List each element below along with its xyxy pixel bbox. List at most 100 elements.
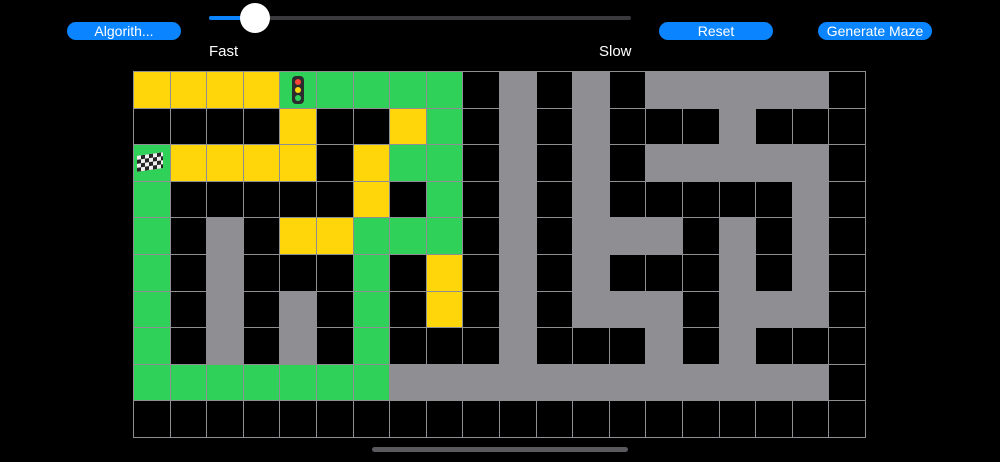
wall-cell[interactable] [791, 180, 829, 218]
visited-cell[interactable] [352, 253, 390, 291]
empty-cell[interactable] [352, 107, 390, 145]
empty-cell[interactable] [645, 107, 682, 145]
empty-cell[interactable] [718, 180, 756, 218]
empty-cell[interactable] [462, 217, 499, 254]
empty-cell[interactable] [425, 400, 463, 437]
path-cell[interactable] [133, 71, 170, 108]
wall-cell[interactable] [498, 180, 536, 218]
empty-cell[interactable] [389, 327, 426, 364]
wall-cell[interactable] [718, 144, 756, 181]
empty-cell[interactable] [681, 327, 719, 364]
empty-cell[interactable] [206, 400, 243, 437]
wall-cell[interactable] [498, 71, 536, 108]
empty-cell[interactable] [389, 253, 426, 291]
wall-cell[interactable] [425, 363, 463, 401]
empty-cell[interactable] [315, 107, 353, 145]
wall-cell[interactable] [755, 290, 792, 328]
empty-cell[interactable] [315, 290, 353, 328]
path-cell[interactable] [425, 253, 463, 291]
empty-cell[interactable] [462, 71, 499, 108]
wall-cell[interactable] [718, 107, 756, 145]
wall-cell[interactable] [755, 363, 792, 401]
empty-cell[interactable] [755, 400, 792, 437]
wall-cell[interactable] [572, 107, 609, 145]
wall-cell[interactable] [718, 290, 756, 328]
empty-cell[interactable] [755, 327, 792, 364]
wall-cell[interactable] [498, 217, 536, 254]
empty-cell[interactable] [645, 180, 682, 218]
empty-cell[interactable] [608, 253, 646, 291]
path-cell[interactable] [242, 144, 280, 181]
empty-cell[interactable] [755, 180, 792, 218]
empty-cell[interactable] [315, 180, 353, 218]
wall-cell[interactable] [718, 217, 756, 254]
empty-cell[interactable] [608, 180, 646, 218]
wall-cell[interactable] [572, 217, 609, 254]
empty-cell[interactable] [535, 217, 573, 254]
empty-cell[interactable] [462, 144, 499, 181]
empty-cell[interactable] [828, 71, 865, 108]
empty-cell[interactable] [828, 107, 865, 145]
wall-cell[interactable] [498, 107, 536, 145]
empty-cell[interactable] [462, 180, 499, 218]
empty-cell[interactable] [242, 400, 280, 437]
empty-cell[interactable] [169, 180, 207, 218]
empty-cell[interactable] [169, 107, 207, 145]
wall-cell[interactable] [498, 253, 536, 291]
wall-cell[interactable] [791, 290, 829, 328]
wall-cell[interactable] [572, 180, 609, 218]
empty-cell[interactable] [535, 71, 573, 108]
path-cell[interactable] [352, 180, 390, 218]
empty-cell[interactable] [828, 253, 865, 291]
wall-cell[interactable] [791, 217, 829, 254]
empty-cell[interactable] [242, 327, 280, 364]
wall-cell[interactable] [645, 144, 682, 181]
empty-cell[interactable] [755, 253, 792, 291]
empty-cell[interactable] [828, 363, 865, 401]
wall-cell[interactable] [791, 144, 829, 181]
empty-cell[interactable] [462, 253, 499, 291]
visited-cell[interactable] [352, 327, 390, 364]
empty-cell[interactable] [315, 144, 353, 181]
empty-cell[interactable] [169, 400, 207, 437]
wall-cell[interactable] [498, 327, 536, 364]
empty-cell[interactable] [681, 290, 719, 328]
wall-cell[interactable] [645, 327, 682, 364]
empty-cell[interactable] [279, 400, 316, 437]
path-cell[interactable] [425, 290, 463, 328]
wall-cell[interactable] [572, 144, 609, 181]
empty-cell[interactable] [462, 107, 499, 145]
empty-cell[interactable] [791, 327, 829, 364]
empty-cell[interactable] [279, 180, 316, 218]
wall-cell[interactable] [389, 363, 426, 401]
home-indicator[interactable] [372, 447, 628, 452]
visited-cell[interactable] [425, 144, 463, 181]
empty-cell[interactable] [242, 290, 280, 328]
empty-cell[interactable] [755, 217, 792, 254]
empty-cell[interactable] [681, 400, 719, 437]
wall-cell[interactable] [681, 144, 719, 181]
empty-cell[interactable] [242, 217, 280, 254]
empty-cell[interactable] [535, 180, 573, 218]
path-cell[interactable] [389, 107, 426, 145]
visited-cell[interactable] [352, 217, 390, 254]
empty-cell[interactable] [791, 400, 829, 437]
empty-cell[interactable] [608, 144, 646, 181]
empty-cell[interactable] [828, 180, 865, 218]
path-cell[interactable] [169, 71, 207, 108]
wall-cell[interactable] [498, 363, 536, 401]
empty-cell[interactable] [389, 290, 426, 328]
empty-cell[interactable] [572, 327, 609, 364]
wall-cell[interactable] [206, 253, 243, 291]
visited-cell[interactable] [315, 71, 353, 108]
visited-cell[interactable] [389, 217, 426, 254]
empty-cell[interactable] [206, 107, 243, 145]
empty-cell[interactable] [718, 400, 756, 437]
visited-cell[interactable] [279, 363, 316, 401]
speed-slider[interactable] [209, 16, 631, 20]
path-cell[interactable] [206, 144, 243, 181]
visited-cell[interactable] [389, 71, 426, 108]
visited-cell[interactable] [425, 217, 463, 254]
wall-cell[interactable] [608, 290, 646, 328]
empty-cell[interactable] [608, 71, 646, 108]
